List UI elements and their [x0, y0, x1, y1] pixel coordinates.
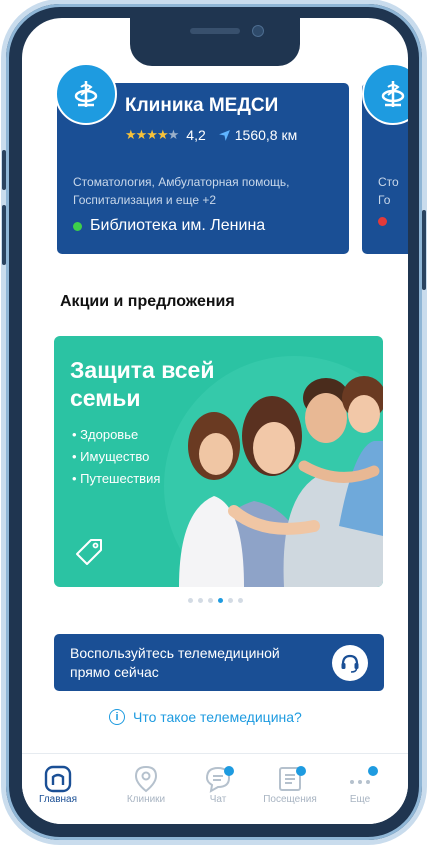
promo-list-item: Здоровье: [72, 424, 160, 446]
telemedicine-banner[interactable]: Воспользуйтесь телемедициной прямо сейча…: [54, 634, 384, 691]
tab-visits[interactable]: Посещения: [258, 764, 322, 805]
telemedicine-banner-text: Воспользуйтесь телемедициной прямо сейча…: [70, 645, 280, 680]
promo-list-item: Имущество: [72, 446, 160, 468]
promo-title: Защита всей семьи: [70, 357, 215, 411]
pagination-dot[interactable]: [208, 598, 213, 603]
clinic-name: Клиника МЕДСИ: [125, 95, 279, 116]
tab-more[interactable]: Еще: [328, 764, 392, 805]
home-icon: [26, 764, 90, 794]
tab-label: Чат: [209, 794, 227, 805]
clinic-location: [378, 217, 387, 226]
tab-chat[interactable]: Чат: [186, 764, 250, 805]
list-icon: [258, 764, 322, 794]
tab-clinics[interactable]: Клиники: [114, 764, 178, 805]
status-dot: [378, 217, 387, 226]
clinic-logo: [55, 63, 117, 125]
carousel-pagination: [188, 598, 243, 603]
pagination-dot[interactable]: [188, 598, 193, 603]
clinic-logo: [362, 63, 408, 125]
what-is-telemedicine-text: Что такое телемедицина?: [133, 709, 302, 725]
more-icon: [328, 764, 392, 794]
price-tag-icon: [76, 539, 102, 565]
side-button: [2, 205, 6, 265]
clinic-distance: 1560,8 км: [234, 127, 298, 143]
notification-badge: [296, 766, 306, 776]
rating-value: 4,2: [186, 127, 206, 143]
clinic-services: Сто Го: [378, 175, 399, 207]
speaker: [190, 28, 240, 34]
caduceus-icon: [74, 81, 98, 107]
what-is-telemedicine-link[interactable]: i Что такое телемедицина?: [109, 709, 302, 725]
tab-home[interactable]: Главная: [26, 764, 90, 805]
promo-list: Здоровье Имущество Путешествия: [72, 424, 160, 490]
promotions-title: Акции и предложения: [60, 293, 235, 310]
metro-station: Библиотека им. Ленина: [90, 217, 266, 234]
notch: [130, 18, 300, 66]
tab-label: Еще: [349, 794, 371, 805]
tab-bar: Главная Клиники Чат Посещения Еще: [22, 753, 408, 824]
pagination-dot[interactable]: [198, 598, 203, 603]
navigation-arrow-icon: [218, 129, 230, 141]
side-button: [2, 150, 6, 190]
notification-badge: [368, 766, 378, 776]
side-button: [422, 210, 426, 290]
notification-badge: [224, 766, 234, 776]
pagination-dot-active[interactable]: [218, 598, 223, 603]
rating-stars: ★★★★★: [125, 127, 179, 142]
clinic-rating-row: ★★★★★ 4,2 1560,8 км: [125, 127, 297, 143]
tab-label: Главная: [38, 794, 78, 805]
clinic-card[interactable]: Сто Го: [362, 63, 408, 254]
promo-list-item: Путешествия: [72, 468, 160, 490]
clinic-services: Стоматология, Амбулаторная помощь, Госпи…: [73, 175, 290, 207]
map-pin-icon: [114, 764, 178, 794]
info-icon: i: [109, 709, 125, 725]
app-screen: Клиника МЕДСИ ★★★★★ 4,2 1560,8 км Стомат…: [22, 18, 408, 824]
tab-label: Клиники: [126, 794, 166, 805]
clinic-card[interactable]: Клиника МЕДСИ ★★★★★ 4,2 1560,8 км Стомат…: [55, 63, 349, 254]
clinic-location: Библиотека им. Ленина: [73, 217, 265, 235]
pagination-dot[interactable]: [228, 598, 233, 603]
tab-label: Посещения: [263, 794, 317, 805]
caduceus-icon: [381, 81, 405, 107]
headset-icon: [332, 645, 368, 681]
status-dot: [73, 221, 82, 231]
front-camera: [252, 25, 264, 37]
pagination-dot[interactable]: [238, 598, 243, 603]
promo-banner[interactable]: Защита всей семьи Здоровье Имущество Пут…: [54, 336, 383, 587]
chat-icon: [186, 764, 250, 794]
